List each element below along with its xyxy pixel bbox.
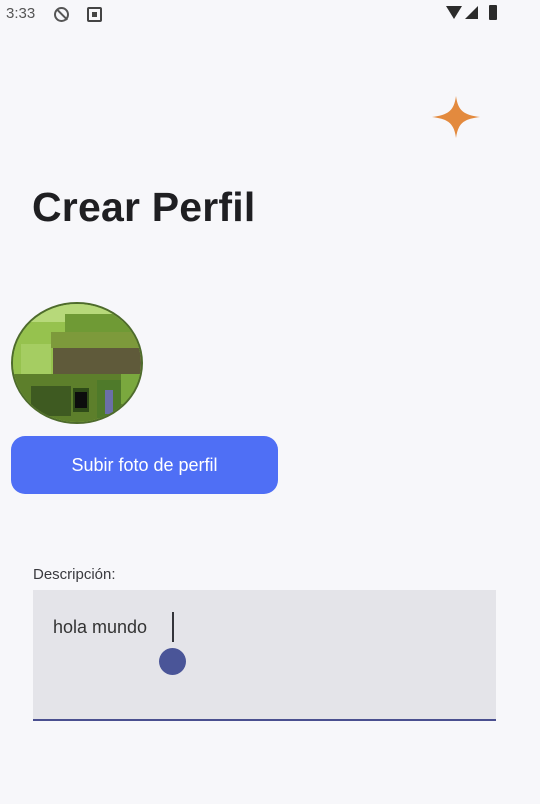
description-field[interactable]: hola mundo [33, 590, 496, 721]
signal-icon [465, 6, 478, 19]
avatar[interactable] [11, 302, 143, 424]
sparkle-icon[interactable] [428, 92, 484, 142]
do-not-disturb-icon [54, 7, 69, 22]
description-label: Descripción: [33, 566, 116, 583]
text-cursor [172, 612, 174, 642]
description-value: hola mundo [53, 617, 148, 637]
sparkle-shape [432, 96, 480, 138]
wifi-icon [446, 6, 462, 19]
battery-icon [489, 5, 497, 20]
avatar-image [13, 304, 141, 422]
status-bar: 3:33 [0, 0, 540, 30]
page-title: Crear Perfil [32, 184, 256, 230]
upload-photo-button[interactable]: Subir foto de perfil [11, 436, 278, 494]
notification-icon [87, 7, 102, 22]
cursor-handle[interactable] [159, 648, 186, 675]
status-time: 3:33 [6, 5, 36, 22]
